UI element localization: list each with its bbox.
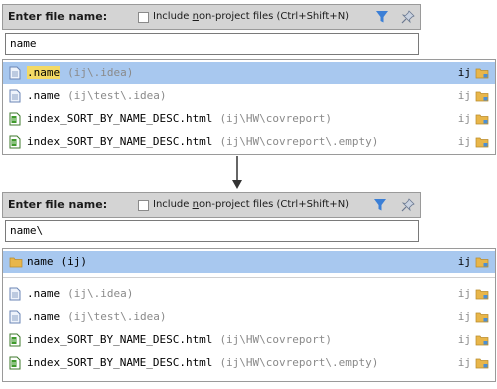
file-path: (ij\HW\covreport) (219, 112, 333, 125)
folder-icon (475, 68, 489, 79)
folder-icon (9, 257, 23, 268)
file-name: .name (27, 310, 61, 323)
filter-icon[interactable] (375, 10, 389, 24)
panel2-title: Enter file name: (8, 198, 108, 211)
match-highlight: .name (27, 66, 61, 79)
panel1-result-row[interactable]: .name (ij\.idea) ij (3, 62, 495, 84)
panel2-result-list: name (ij) ij .name (ij\.idea) ij .name (ij\… (2, 248, 496, 382)
project-label: ij (457, 287, 471, 300)
text-file-icon (9, 66, 21, 80)
panel2-result-row[interactable]: index_SORT_BY_NAME_DESC.html (ij\HW\covre… (3, 352, 495, 374)
file-path: (ij\.idea) (67, 287, 134, 300)
project-label: ij (457, 333, 471, 346)
panel2-header: Enter file name: Include non-project fil… (2, 192, 421, 218)
panel2-result-row[interactable]: index_SORT_BY_NAME_DESC.html (ij\HW\covre… (3, 329, 495, 351)
panel1-result-row[interactable]: .name (ij\test\.idea) ij (3, 85, 495, 107)
file-path: (ij\HW\covreport) (219, 333, 333, 346)
pin-icon[interactable] (401, 198, 415, 212)
panel2-include-label[interactable]: Include non-project files (Ctrl+Shift+N) (153, 199, 349, 210)
project-label: ij (457, 356, 471, 369)
project-label: ij (457, 112, 471, 125)
panel1-result-row[interactable]: index_SORT_BY_NAME_DESC.html (ij\HW\covre… (3, 108, 495, 130)
file-name: .name (27, 287, 61, 300)
folder-icon (475, 257, 489, 268)
project-label: ij (457, 255, 471, 268)
project-label: ij (457, 66, 471, 79)
file-path: (ij\HW\covreport\.empty) (219, 356, 379, 369)
file-name: index_SORT_BY_NAME_DESC.html (27, 333, 213, 346)
panel2-include-checkbox[interactable] (138, 200, 149, 211)
file-path: (ij\.idea) (67, 66, 134, 79)
panel1-search-input[interactable]: name (5, 33, 419, 55)
file-name: index_SORT_BY_NAME_DESC.html (27, 112, 213, 125)
file-path: (ij\test\.idea) (67, 89, 167, 102)
project-label: ij (457, 135, 471, 148)
file-name: .name (27, 89, 61, 102)
panel1-title: Enter file name: (8, 10, 108, 23)
panel2-result-row[interactable]: .name (ij\.idea) ij (3, 283, 495, 305)
text-file-icon (9, 89, 21, 103)
directory-name: name (27, 255, 54, 268)
down-arrow-icon (232, 156, 242, 189)
folder-icon (475, 137, 489, 148)
file-path: (ij\HW\covreport\.empty) (219, 135, 379, 148)
panel1-header: Enter file name: Include non-project fil… (2, 4, 421, 30)
file-name: index_SORT_BY_NAME_DESC.html (27, 135, 213, 148)
panel2-directory-row[interactable]: name (ij) ij (3, 251, 495, 273)
panel1-include-label[interactable]: Include non-project files (Ctrl+Shift+N) (153, 11, 349, 22)
folder-icon (475, 312, 489, 323)
folder-icon (475, 335, 489, 346)
folder-icon (475, 289, 489, 300)
project-label: ij (457, 310, 471, 323)
folder-icon (475, 114, 489, 125)
panel1-result-row[interactable]: index_SORT_BY_NAME_DESC.html (ij\HW\covre… (3, 131, 495, 153)
html-file-icon (9, 333, 21, 347)
filter-icon[interactable] (373, 198, 387, 212)
section-divider (3, 277, 495, 278)
text-file-icon (9, 287, 21, 301)
file-name: index_SORT_BY_NAME_DESC.html (27, 356, 213, 369)
panel2-result-row[interactable]: .name (ij\test\.idea) ij (3, 306, 495, 328)
text-file-icon (9, 310, 21, 324)
panel1-include-checkbox[interactable] (138, 12, 149, 23)
folder-icon (475, 358, 489, 369)
panel1-result-list: .name (ij\.idea) ij .name (ij\test\.idea) … (2, 59, 496, 155)
pin-icon[interactable] (401, 10, 415, 24)
file-path: (ij\test\.idea) (67, 310, 167, 323)
directory-path: (ij) (60, 255, 88, 268)
project-label: ij (457, 89, 471, 102)
html-file-icon (9, 356, 21, 370)
html-file-icon (9, 135, 21, 149)
panel2-search-input[interactable]: name\ (5, 220, 419, 242)
html-file-icon (9, 112, 21, 126)
folder-icon (475, 91, 489, 102)
